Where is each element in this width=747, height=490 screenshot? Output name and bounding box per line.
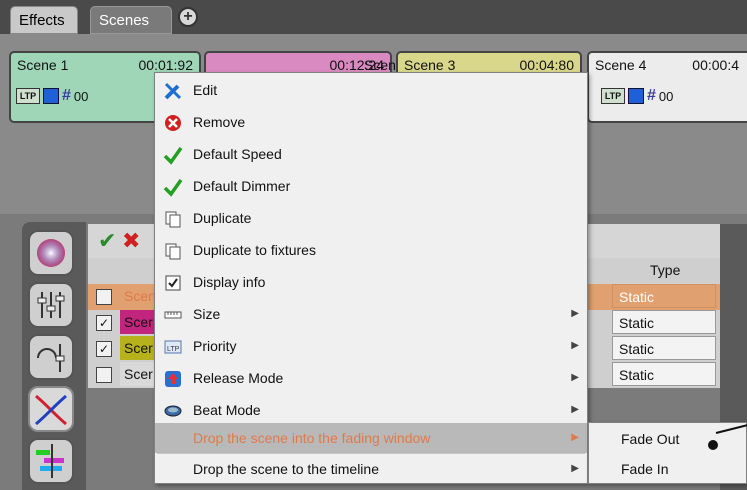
scene-name: Scene 4 [595, 57, 647, 73]
beat-disc-icon [163, 401, 183, 421]
menu-item-default-dimmer[interactable]: Default Dimmer [155, 171, 587, 201]
duplicate-icon [163, 241, 183, 261]
menu-item-label: Display info [193, 274, 266, 290]
speed-fader-icon[interactable] [28, 334, 74, 380]
scene-id: 00 [73, 88, 89, 104]
row-checkbox[interactable]: ✓ [96, 315, 112, 331]
hash-icon: # [62, 87, 71, 104]
menu-item-label: Default Speed [193, 146, 282, 162]
ruler-icon [163, 305, 183, 325]
tab-bar: Effects Scenes + [0, 0, 747, 34]
release-arrow-icon [163, 369, 183, 389]
color-square-icon [43, 88, 59, 104]
menu-item-label: Remove [193, 114, 246, 130]
submenu-arrow-icon: ▶ [571, 308, 579, 319]
menu-item-label: Drop the scene to the timeline [193, 461, 379, 477]
submenu-arrow-icon: ▶ [571, 463, 579, 474]
menu-item-label: Release Mode [193, 370, 284, 386]
remove-x-icon [163, 113, 183, 133]
callout-dot [708, 440, 718, 450]
menu-item-duplicate[interactable]: Duplicate [155, 203, 587, 233]
menu-item-beat-mode[interactable]: Beat Mode ▶ [155, 395, 587, 425]
faders-icon[interactable] [28, 282, 74, 328]
scene-card-4[interactable]: Scene 4 00:00:4 LTP # 00 [587, 51, 747, 123]
menu-item-label: Edit [193, 82, 218, 98]
scene-time: 00:00:4 [692, 57, 739, 73]
add-tab-icon[interactable]: + [178, 7, 198, 27]
tab-scenes[interactable]: Scenes [90, 6, 172, 34]
row-type: Static [612, 310, 716, 334]
menu-item-duplicate-to-fixtures[interactable]: Duplicate to fixtures [155, 235, 587, 265]
row-type: Static [612, 362, 716, 386]
submenu-item-fade-out[interactable]: Fade Out [589, 424, 746, 454]
scene-time: 00:04:80 [519, 57, 575, 73]
menu-item-display-info[interactable]: Display info [155, 267, 587, 297]
menu-item-default-speed[interactable]: Default Speed [155, 139, 587, 169]
submenu-arrow-icon: ▶ [571, 372, 579, 383]
scene-badges: LTP # 00 [601, 87, 673, 105]
menu-item-label: Drop the scene into the fading window [193, 430, 431, 446]
row-type: Static [612, 284, 716, 308]
menu-item-drop-timeline[interactable]: Drop the scene to the timeline ▶ [155, 454, 587, 484]
check-icon [163, 145, 183, 165]
scene-context-menu: Edit Remove Default Speed Default Dimmer… [154, 72, 588, 484]
submenu-arrow-icon: ▶ [571, 432, 579, 443]
menu-item-label: Beat Mode [193, 402, 261, 418]
scene-time: 00:12:24 [329, 57, 385, 73]
submenu-item-fade-in[interactable]: Fade In [589, 454, 746, 484]
color-wheel-icon[interactable] [28, 230, 74, 276]
menu-item-label: Default Dimmer [193, 178, 291, 194]
menu-item-label: Duplicate [193, 210, 252, 226]
timeline-icon[interactable] [28, 438, 74, 484]
row-checkbox[interactable]: ✓ [96, 341, 112, 357]
scene-name: Scene 1 [17, 57, 69, 73]
menu-item-size[interactable]: Size ▶ [155, 299, 587, 329]
ltp-icon: LTP [601, 88, 625, 104]
menu-item-drop-fading-window[interactable]: Drop the scene into the fading window ▶ [155, 423, 587, 453]
check-icon [163, 177, 183, 197]
duplicate-icon [163, 209, 183, 229]
menu-item-label: Duplicate to fixtures [193, 242, 316, 258]
scene-id: 00 [658, 88, 674, 104]
menu-item-label: Size [193, 306, 221, 322]
row-checkbox[interactable] [96, 289, 112, 305]
scene-badges: LTP # 00 [16, 87, 88, 105]
row-checkbox[interactable] [96, 367, 112, 383]
menu-item-remove[interactable]: Remove [155, 107, 587, 137]
remove-x-icon[interactable]: ✖ [122, 228, 140, 254]
edit-tools-icon [163, 81, 183, 101]
svg-text:LTP: LTP [167, 346, 180, 353]
curves-icon[interactable] [28, 386, 74, 432]
row-type: Static [612, 336, 716, 360]
submenu-arrow-icon: ▶ [571, 340, 579, 351]
ltp-icon: LTP [16, 88, 40, 104]
scene-name: Scene 3 [404, 57, 456, 73]
checkbox-checked-icon [163, 273, 183, 293]
submenu-arrow-icon: ▶ [571, 404, 579, 415]
check-icon[interactable]: ✔ [98, 228, 116, 254]
tool-sidebar [22, 222, 86, 490]
menu-item-priority[interactable]: LTP Priority ▶ [155, 331, 587, 361]
scene-time: 00:01:92 [138, 57, 194, 73]
column-header-type[interactable]: Type [650, 262, 680, 278]
tab-effects[interactable]: Effects [10, 6, 78, 34]
hash-icon: # [647, 87, 656, 104]
ltp-icon: LTP [163, 337, 183, 357]
menu-item-label: Priority [193, 338, 237, 354]
color-square-icon [628, 88, 644, 104]
menu-item-edit[interactable]: Edit [155, 75, 587, 105]
menu-item-release-mode[interactable]: Release Mode ▶ [155, 363, 587, 393]
